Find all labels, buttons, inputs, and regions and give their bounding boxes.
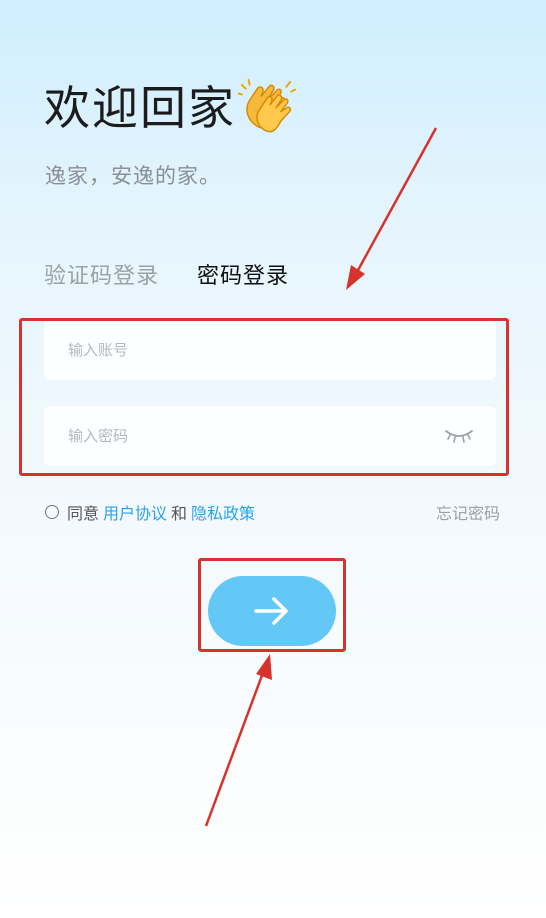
page-title: 欢迎回家 — [44, 81, 236, 135]
tab-sms-code-login[interactable]: 验证码登录 — [44, 258, 159, 290]
forgot-password-link[interactable]: 忘记密码 — [436, 500, 500, 524]
agreement-row: 同意 用户协议 和 隐私政策 — [45, 500, 255, 524]
user-agreement-link[interactable]: 用户协议 — [103, 500, 167, 524]
annotation-arrow-top — [355, 127, 438, 273]
agreement-prefix: 同意 — [67, 504, 100, 523]
tab-password-login[interactable]: 密码登录 — [197, 258, 289, 290]
agreement-conjunction: 和 — [171, 504, 188, 523]
annotation-box-inputs — [19, 318, 509, 476]
annotation-box-submit — [198, 558, 346, 652]
agreement-radio[interactable] — [45, 505, 59, 519]
login-tabs: 验证码登录 密码登录 — [44, 258, 289, 290]
annotation-arrowhead-bottom — [256, 654, 272, 680]
annotation-arrow-bottom — [204, 669, 266, 827]
annotation-arrowhead-top — [346, 265, 365, 290]
title-row: 欢迎回家 — [44, 78, 296, 138]
page-subtitle: 逸家，安逸的家。 — [45, 164, 221, 188]
privacy-policy-link[interactable]: 隐私政策 — [191, 500, 255, 524]
clapping-hands-icon — [238, 79, 296, 133]
